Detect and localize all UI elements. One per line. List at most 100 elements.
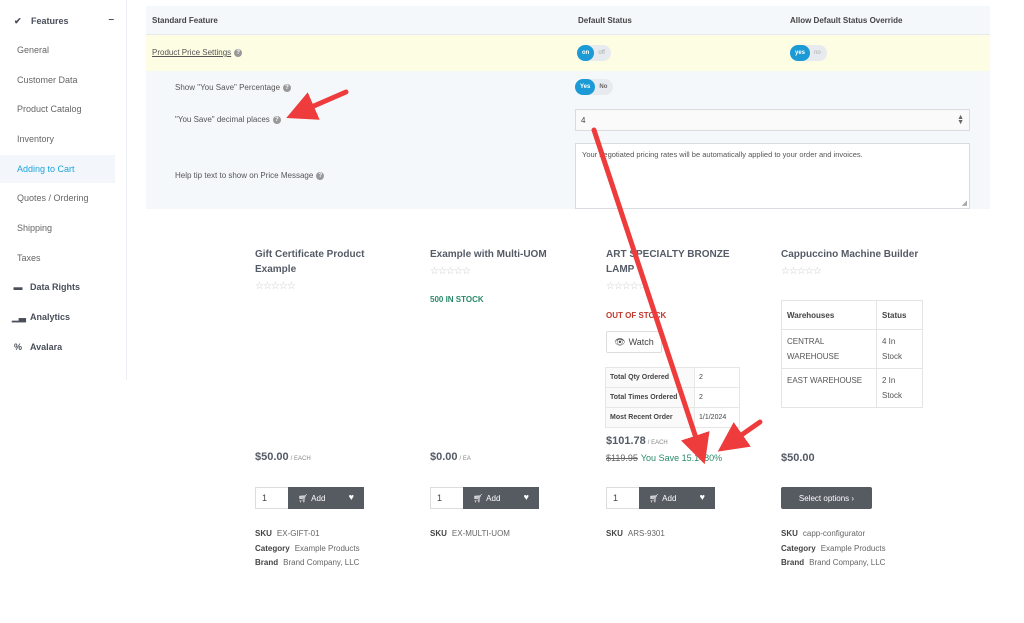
heart-icon[interactable]: ♥ [524,492,529,502]
eye-icon: 👁︎ [614,336,626,347]
default-status-toggle[interactable]: on off [577,45,611,61]
stat-value: 2 [694,367,740,388]
quantity-input[interactable]: 1 [255,487,289,509]
category-value[interactable]: Example Products [821,544,886,553]
select-options-button[interactable]: Select options › [781,487,872,509]
sidebar-item-label: Quotes / Ordering [17,193,89,203]
heart-icon[interactable]: ♥ [349,492,354,502]
price-value: $0.00 [430,451,458,463]
toggle-on[interactable]: on [577,45,595,61]
help-icon[interactable]: ? [272,115,281,124]
table-row: CENTRAL WAREHOUSE 4 In Stock [781,329,923,369]
sidebar-item-analytics[interactable]: ▁▃ Analytics [0,303,115,331]
toggle-no[interactable]: No [595,84,613,90]
sidebar-item-adding-to-cart[interactable]: Adding to Cart [0,155,115,183]
sidebar: ✔ Features – General Customer Data Produ… [0,0,127,380]
label-text: Show "You Save" Percentage [175,83,281,92]
help-tip-textarea[interactable]: Your negotiated pricing rates will be au… [575,143,970,209]
product-title[interactable]: Gift Certificate Product Example [255,247,385,277]
sidebar-item-label: Customer Data [17,75,78,85]
product-meta: SKU capp-configurator Category Example Pro… [781,527,886,571]
collapse-icon[interactable]: – [108,14,114,25]
help-icon[interactable]: ? [283,83,292,92]
allow-override-toggle[interactable]: yes no [790,45,827,61]
product-meta: SKU ARS-9301 [606,527,665,542]
product-price-settings-link[interactable]: Product Price Settings [152,48,231,57]
sidebar-item-label: General [17,45,50,55]
decimal-places-select[interactable]: 4 ▲ ▼ [575,109,970,131]
show-you-save-toggle[interactable]: Yes No [575,79,614,95]
watch-label: Watch [628,337,654,347]
sidebar-item-product-catalog[interactable]: Product Catalog [0,95,115,123]
sku-value: EX-MULTI-UOM [451,529,510,538]
sku-label: SKU [430,529,447,538]
product-price-settings-label: Product Price Settings ? [152,48,243,57]
sidebar-item-taxes[interactable]: Taxes [0,244,115,272]
bar-chart-icon: ▁▃ [12,311,26,322]
sidebar-item-customer-data[interactable]: Customer Data [0,66,115,94]
product-card: Example with Multi-UOM ☆☆☆☆☆ 500 IN STOC… [430,247,590,304]
settings-panel: Standard Feature Default Status Allow De… [146,6,990,209]
sku-label: SKU [606,529,623,538]
product-card: ART SPECIALTY BRONZE LAMP ☆☆☆☆☆ OUT OF S… [606,247,766,320]
sidebar-item-label: Shipping [17,223,53,233]
column-header: Status [876,300,923,330]
product-title[interactable]: Example with Multi-UOM [430,247,590,262]
category-value[interactable]: Example Products [295,544,360,553]
heart-icon[interactable]: ♥ [700,492,705,502]
product-price: $101.78/ EACH [606,435,668,447]
sidebar-group-features[interactable]: ✔ Features – [14,14,114,28]
sidebar-item-shipping[interactable]: Shipping [0,214,115,242]
warehouse-name: CENTRAL WAREHOUSE [781,329,877,369]
rating-stars-icon: ☆☆☆☆☆ [255,281,296,292]
brand-value[interactable]: Brand Company, LLC [809,558,885,567]
product-title[interactable]: Cappuccino Machine Builder [781,247,941,262]
resize-handle-icon[interactable]: ◢ [962,199,967,207]
product-price-settings-row [146,35,990,71]
you-save-line: $119.95 You Save 15.1480% [606,453,722,463]
help-icon[interactable]: ? [234,48,243,57]
column-header: Warehouses [781,300,877,330]
warehouse-status: 2 In Stock [876,368,923,408]
brand-label: Brand [255,558,279,567]
sidebar-item-avalara[interactable]: % Avalara [0,333,115,361]
sidebar-item-quotes-ordering[interactable]: Quotes / Ordering [0,184,115,212]
product-title[interactable]: ART SPECIALTY BRONZE LAMP [606,247,736,277]
toggle-yes[interactable]: Yes [575,79,596,95]
sidebar-item-label: Data Rights [30,282,81,292]
toggle-on[interactable]: yes [790,45,811,61]
sidebar-item-label: Product Catalog [17,104,82,114]
quantity-input[interactable]: 1 [430,487,464,509]
category-label: Category [255,543,290,553]
sidebar-item-general[interactable]: General [0,36,115,64]
add-to-cart-button[interactable]: 🛒︎ Add ♥ [288,487,364,509]
help-icon[interactable]: ? [316,171,325,180]
toggle-off[interactable]: no [810,50,827,56]
rating-stars-icon: ☆☆☆☆☆ [430,266,471,277]
sidebar-item-label: Avalara [30,342,63,352]
add-label: Add [311,493,326,503]
product-meta: SKU EX-GIFT-01 Category Example Products B… [255,527,360,571]
add-to-cart-button[interactable]: 🛒︎ Add ♥ [463,487,539,509]
quantity-input[interactable]: 1 [606,487,640,509]
order-stats-table: Total Qty Ordered 2 Total Times Ordered 2 … [605,367,740,428]
sku-value: EX-GIFT-01 [276,529,320,538]
select-value: 4 [581,115,586,125]
sidebar-item-label: Taxes [17,253,41,263]
sidebar-item-data-rights[interactable]: ▬ Data Rights [0,273,115,301]
product-card: Cappuccino Machine Builder ☆☆☆☆☆ [781,247,941,277]
brand-label: Brand [781,558,805,567]
product-price: $50.00 [781,452,815,464]
stat-value: 2 [694,387,740,408]
add-to-cart-button[interactable]: 🛒︎ Add ♥ [639,487,715,509]
sidebar-item-label: Analytics [30,312,71,322]
toggle-off[interactable]: off [594,50,611,56]
header-default-status: Default Status [578,16,632,25]
sidebar-item-inventory[interactable]: Inventory [0,125,115,153]
brand-value[interactable]: Brand Company, LLC [283,558,359,567]
quantity-value: 1 [262,493,268,503]
category-label: Category [781,543,816,553]
stat-value: 1/1/2024 [694,407,740,428]
price-value: $50.00 [255,451,289,463]
watch-button[interactable]: 👁︎ Watch [606,331,662,353]
